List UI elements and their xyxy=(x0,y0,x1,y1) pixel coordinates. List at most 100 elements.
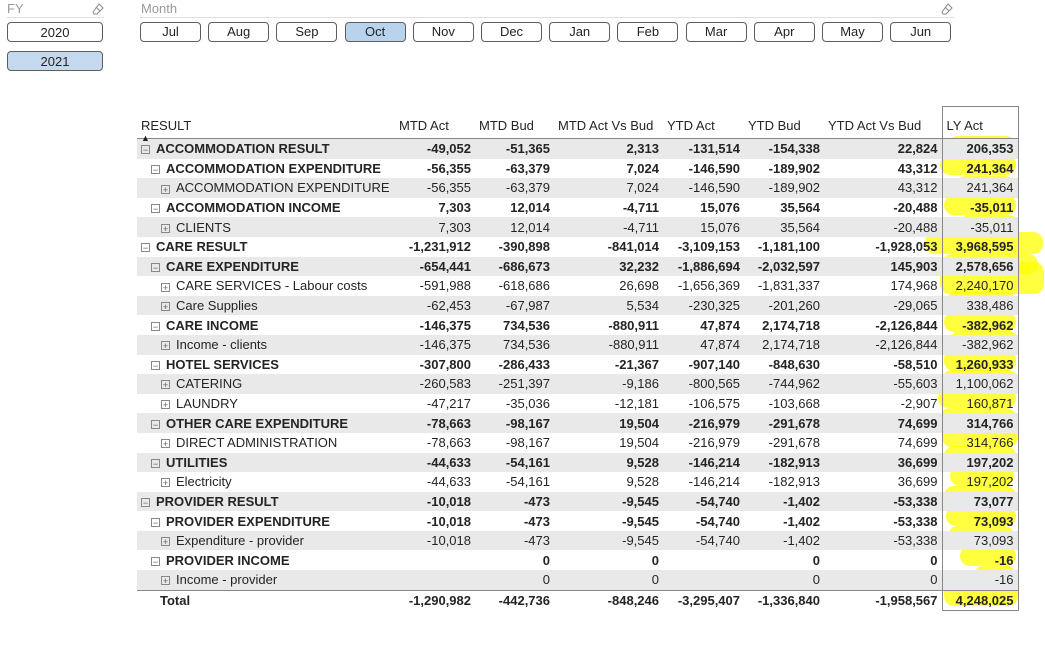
column-header-ytd-act[interactable]: YTD Act xyxy=(663,106,744,139)
value-cell-mtd-act: -78,663 xyxy=(395,413,475,433)
value-cell-ly-act: 314,766 xyxy=(941,432,1019,453)
expand-plus-icon[interactable]: + xyxy=(161,380,170,390)
month-option-sep[interactable]: Sep xyxy=(276,22,338,42)
column-header-ytd-act-vs-bud[interactable]: YTD Act Vs Bud xyxy=(824,106,942,139)
value-cell-mtd-act: -56,355 xyxy=(395,178,475,198)
value-cell-mtd-act-vs-bud: 7,024 xyxy=(554,178,663,198)
fy-slicer-title: FY xyxy=(7,1,24,16)
row-label-cell: − UTILITIES xyxy=(137,452,395,473)
fy-clear-selection-eraser-icon[interactable] xyxy=(92,3,104,15)
column-header-ytd-bud[interactable]: YTD Bud xyxy=(744,106,824,139)
value-cell-ytd-act-vs-bud: -2,126,844 xyxy=(824,334,942,355)
expand-plus-icon[interactable]: + xyxy=(161,223,170,233)
expand-plus-icon[interactable]: + xyxy=(161,341,170,351)
row-label-cell: + CLIENTS xyxy=(137,217,395,237)
row-label: PROVIDER INCOME xyxy=(166,552,290,568)
collapse-minus-icon[interactable]: − xyxy=(151,419,160,429)
expand-plus-icon[interactable]: + xyxy=(161,576,170,586)
month-option-aug[interactable]: Aug xyxy=(208,22,270,42)
column-header-result[interactable]: RESULT ▲ xyxy=(137,106,395,143)
collapse-minus-icon[interactable]: − xyxy=(151,262,160,272)
collapse-minus-icon[interactable]: − xyxy=(151,164,160,174)
value-cell-mtd-bud: -63,379 xyxy=(475,178,554,198)
row-label: CLIENTS xyxy=(176,219,231,235)
value-cell-ytd-bud: 2,174,718 xyxy=(744,334,824,355)
value-cell-mtd-bud: -54,161 xyxy=(505,474,550,490)
value-cell-ytd-act-vs-bud: -53,338 xyxy=(824,530,942,551)
expand-plus-icon[interactable]: + xyxy=(161,302,170,312)
row-label: LAUNDRY xyxy=(176,396,238,412)
table-row: − ACCOMMODATION RESULT -49,052 -51,365 2,313… xyxy=(137,138,1019,159)
column-header-mtd-act[interactable]: MTD Act xyxy=(395,106,475,139)
value-cell-ly-act: 2,578,656 xyxy=(941,256,1019,277)
month-option-jun[interactable]: Jun xyxy=(890,22,952,42)
value-cell-mtd-act xyxy=(395,570,475,591)
collapse-minus-icon[interactable]: − xyxy=(151,556,160,566)
collapse-minus-icon[interactable]: − xyxy=(141,498,150,508)
month-option-jan[interactable]: Jan xyxy=(549,22,611,42)
collapse-minus-icon[interactable]: − xyxy=(151,360,160,370)
value-cell-ly-act: -382,962 xyxy=(941,334,1019,355)
fy-option-2020[interactable]: 2020 xyxy=(7,22,103,42)
month-option-dec[interactable]: Dec xyxy=(481,22,542,42)
value-cell-mtd-act-vs-bud: 19,504 xyxy=(619,435,659,451)
month-option-oct[interactable]: Oct xyxy=(344,22,406,42)
expand-plus-icon[interactable]: + xyxy=(161,400,170,410)
row-label: CARE SERVICES - Labour costs xyxy=(176,278,368,294)
month-option-may[interactable]: May xyxy=(822,22,883,42)
collapse-minus-icon[interactable]: − xyxy=(151,517,160,527)
row-label-cell: − ACCOMMODATION EXPENDITURE xyxy=(137,159,395,179)
value-cell-mtd-act-vs-bud: -12,181 xyxy=(614,396,659,412)
expand-plus-icon[interactable]: + xyxy=(161,537,170,547)
value-cell-mtd-act: 7,303 xyxy=(395,217,475,237)
month-option-feb[interactable]: Feb xyxy=(617,22,679,42)
month-clear-selection-eraser-icon[interactable] xyxy=(941,3,953,15)
month-option-apr[interactable]: Apr xyxy=(753,22,815,42)
expand-plus-icon[interactable]: + xyxy=(161,439,170,449)
value-cell-ytd-act: -216,979 xyxy=(663,413,744,433)
table-row: − PROVIDER EXPENDITURE -10,018 -473 -9,545 -5… xyxy=(137,511,1019,531)
column-header-mtd-bud[interactable]: MTD Bud xyxy=(475,106,554,139)
column-header-ly-act[interactable]: LY Act xyxy=(941,106,1019,139)
value-cell-ytd-act: -54,740 xyxy=(663,491,744,512)
value-cell-ytd-bud: -744,962 xyxy=(744,374,824,394)
collapse-minus-icon[interactable]: − xyxy=(151,204,160,214)
value-cell-mtd-bud: -618,686 xyxy=(498,278,550,294)
row-label-cell: − HOTEL SERVICES xyxy=(137,355,395,375)
month-option-mar[interactable]: Mar xyxy=(685,22,747,42)
month-option-jul[interactable]: Jul xyxy=(140,22,201,42)
row-label: PROVIDER RESULT xyxy=(156,493,279,509)
column-header-label: MTD Act xyxy=(399,118,449,133)
expand-plus-icon[interactable]: + xyxy=(161,184,170,194)
value-cell-ytd-bud: -103,668 xyxy=(768,396,820,412)
value-cell-ytd-act-vs-bud: -53,338 xyxy=(824,491,942,512)
collapse-minus-icon[interactable]: − xyxy=(151,458,160,468)
value-cell-ytd-act-vs-bud: 22,824 xyxy=(824,138,942,159)
row-label: CARE INCOME xyxy=(166,317,259,333)
row-label-cell: + Expenditure - provider xyxy=(137,530,395,551)
value-cell-ytd-act: -3,109,153 xyxy=(677,239,740,255)
value-cell-mtd-act: -62,453 xyxy=(395,295,475,316)
month-option-nov[interactable]: Nov xyxy=(412,22,474,42)
table-row: − HOTEL SERVICES -307,800 -286,433 -21,367 -9… xyxy=(137,354,1019,375)
value-cell-ytd-bud: -291,678 xyxy=(768,435,820,451)
total-value-cell: -1,958,567 xyxy=(824,589,942,611)
row-label: Income - clients xyxy=(176,337,268,353)
row-label: CARE EXPENDITURE xyxy=(166,258,299,274)
row-label: PROVIDER EXPENDITURE xyxy=(166,513,330,529)
expand-plus-icon[interactable]: + xyxy=(161,478,170,488)
value-cell-ytd-act: 47,874 xyxy=(663,334,744,355)
column-header-mtd-act-vs-bud[interactable]: MTD Act Vs Bud xyxy=(554,106,663,139)
value-cell-ytd-act: -131,514 xyxy=(663,138,744,159)
row-label-cell: − PROVIDER INCOME xyxy=(137,550,395,570)
collapse-minus-icon[interactable]: − xyxy=(141,243,150,253)
row-label-cell: − ACCOMMODATION INCOME xyxy=(137,198,395,218)
total-label: Total xyxy=(137,589,395,611)
collapse-minus-icon[interactable]: − xyxy=(141,145,150,155)
row-label-cell: + CATERING xyxy=(137,374,395,394)
fy-option-2021[interactable]: 2021 xyxy=(7,51,103,71)
value-cell-ytd-act-vs-bud: -55,603 xyxy=(824,374,942,394)
value-cell-ytd-act-vs-bud: 0 xyxy=(930,552,938,568)
expand-plus-icon[interactable]: + xyxy=(161,282,170,292)
collapse-minus-icon[interactable]: − xyxy=(151,321,160,331)
